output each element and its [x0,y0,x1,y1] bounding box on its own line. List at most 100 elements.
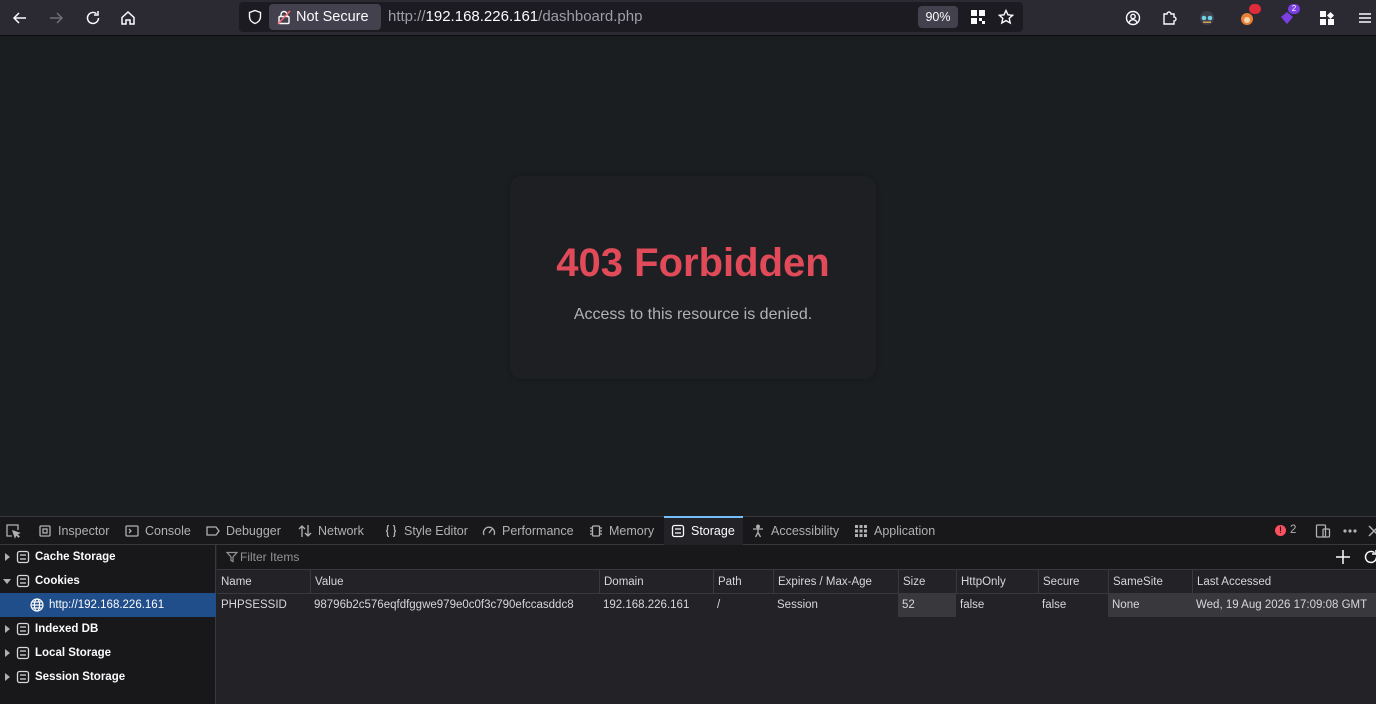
error-message: Access to this resource is denied. [573,306,813,323]
debugger-icon [206,526,220,536]
error-icon: ! [1275,524,1286,536]
column-header-value[interactable]: Value [310,570,599,594]
chevron-down-icon[interactable] [3,577,11,585]
cell-value[interactable]: 98796b2c576eqfdfggwe979e0c0f3c790efccasd… [310,594,599,617]
hamburger-menu-icon [1359,13,1371,23]
more-options-icon[interactable] [1342,523,1358,539]
cell-httponly[interactable]: false [956,594,1038,617]
console-icon [125,525,139,537]
extension-badge-2: 2 [1288,4,1300,14]
extension-purple-button[interactable]: 2 [1273,4,1301,32]
tab-storage[interactable]: Storage [664,516,743,545]
cell-secure[interactable]: false [1038,594,1108,617]
url-bar[interactable]: Not Secure http://192.168.226.161/dashbo… [239,2,1023,32]
zoom-indicator[interactable]: 90% [918,6,958,28]
tree-item-cookies[interactable]: Cookies [0,569,216,593]
tree-item-cookie-host[interactable]: http://192.168.226.161 [0,593,216,617]
add-icon[interactable] [1335,549,1351,565]
reload-button[interactable] [79,4,107,32]
element-picker-icon[interactable] [5,523,21,539]
forward-button[interactable] [42,4,70,32]
extension-spy-button[interactable] [1193,4,1221,32]
tree-item-local-storage[interactable]: Local Storage [0,641,216,665]
tab-label: Inspector [58,524,110,538]
tab-style-editor[interactable]: Style Editor [384,517,468,545]
tree-item-label: Local Storage [35,647,112,659]
not-secure-indicator[interactable]: Not Secure [269,4,381,30]
tab-label: Network [318,524,364,538]
tab-application[interactable]: Application [854,517,935,545]
apps-button[interactable] [1313,4,1341,32]
storage-table-pane: Filter Items Name Value Domain Path Expi… [217,545,1376,704]
gauge-icon [482,526,496,536]
url-host: 192.168.226.161 [425,8,539,25]
column-header-domain[interactable]: Domain [599,570,713,594]
column-header-expires[interactable]: Expires / Max-Age [773,570,898,594]
shield-icon[interactable] [247,9,263,25]
column-header-size[interactable]: Size [898,570,956,594]
tab-label: Memory [609,524,655,538]
home-button[interactable] [114,4,142,32]
column-header-secure[interactable]: Secure [1038,570,1108,594]
tab-console[interactable]: Console [125,517,191,545]
reload-icon [86,11,100,25]
qr-code-icon[interactable] [970,9,986,25]
cell-path[interactable]: / [713,594,773,617]
extension-badge-1 [1249,4,1261,14]
extensions-button[interactable] [1155,4,1183,32]
not-secure-label: Not Secure [296,9,369,25]
column-header-samesite[interactable]: SameSite [1108,570,1192,594]
arrow-left-icon [12,12,26,24]
devtools-panel: Inspector Console Debugger Network Style… [0,516,1376,704]
tab-accessibility[interactable]: Accessibility [751,517,839,545]
cell-domain[interactable]: 192.168.226.161 [599,594,713,617]
browser-toolbar: Not Secure http://192.168.226.161/dashbo… [0,0,1376,36]
storage-icon [16,670,30,684]
tab-label: Console [145,524,191,538]
error-count-indicator[interactable]: ! 2 [1275,524,1296,536]
refresh-icon[interactable] [1363,549,1376,565]
column-header-httponly[interactable]: HttpOnly [956,570,1038,594]
bookmark-star-icon[interactable] [998,9,1014,25]
tree-item-cache-storage[interactable]: Cache Storage [0,545,216,569]
tab-inspector[interactable]: Inspector [38,517,109,545]
menu-button[interactable] [1351,4,1376,32]
cell-expires[interactable]: Session [773,594,898,617]
puzzle-icon [1163,11,1177,25]
chip-icon [590,525,602,537]
cell-name[interactable]: PHPSESSID [217,594,310,617]
chevron-right-icon[interactable] [3,673,11,681]
tab-debugger[interactable]: Debugger [206,517,281,545]
column-header-name[interactable]: Name [217,570,310,594]
account-button[interactable] [1119,4,1147,32]
storage-icon [16,646,30,660]
extension-fox-button[interactable] [1233,4,1261,32]
chevron-right-icon[interactable] [3,625,11,633]
network-icon [298,525,312,537]
url-text[interactable]: http://192.168.226.161/dashboard.php [388,8,642,25]
tree-item-session-storage[interactable]: Session Storage [0,665,216,689]
column-header-last-accessed[interactable]: Last Accessed [1192,570,1376,594]
page-content: 403 Forbidden Access to this resource is… [0,37,1376,516]
arrow-right-icon [50,12,64,24]
globe-icon [30,598,44,612]
filter-icon [226,551,238,563]
tab-memory[interactable]: Memory [589,517,654,545]
chevron-right-icon[interactable] [3,649,11,657]
cell-last-accessed[interactable]: Wed, 19 Aug 2026 17:09:08 GMT [1192,594,1376,617]
back-button[interactable] [6,4,34,32]
tree-item-indexed-db[interactable]: Indexed DB [0,617,216,641]
tab-label: Storage [691,524,735,538]
home-icon [121,10,135,25]
responsive-design-icon[interactable] [1315,523,1331,539]
cell-samesite[interactable]: None [1108,594,1192,617]
table-row[interactable]: PHPSESSID 98796b2c576eqfdfggwe979e0c0f3c… [217,594,1376,617]
tab-network[interactable]: Network [298,517,364,545]
error-title: 403 Forbidden [556,241,830,285]
filter-input[interactable]: Filter Items [240,550,299,564]
chevron-right-icon[interactable] [3,553,11,561]
cell-size[interactable]: 52 [898,594,956,617]
tab-performance[interactable]: Performance [482,517,574,545]
close-icon[interactable] [1366,523,1376,539]
column-header-path[interactable]: Path [713,570,773,594]
